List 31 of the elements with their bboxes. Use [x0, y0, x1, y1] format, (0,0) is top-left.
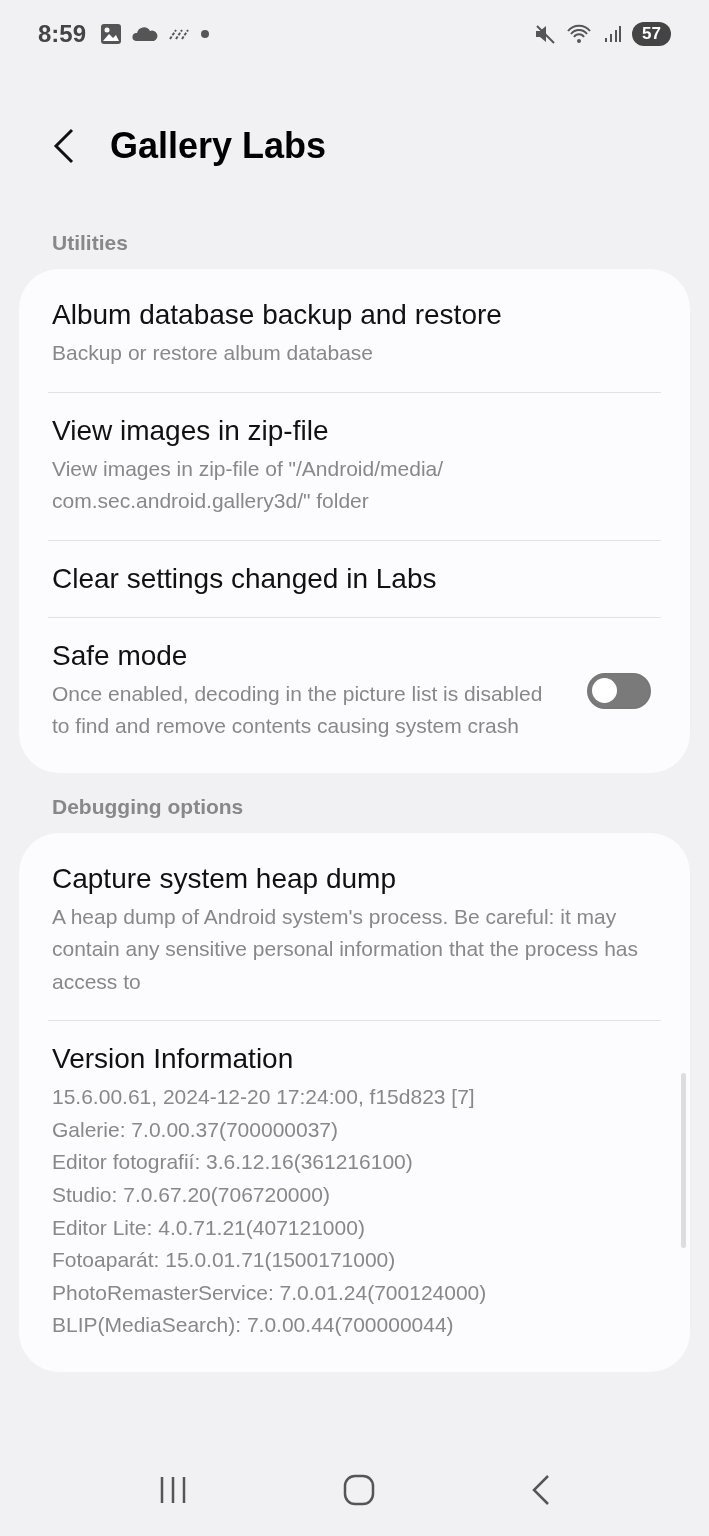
- setting-title[interactable]: Clear settings changed in Labs: [52, 562, 651, 595]
- battery-level: 57: [632, 22, 671, 46]
- setting-title[interactable]: View images in zip-file: [52, 414, 651, 447]
- version-line: BLIP(MediaSearch): 7.0.00.44(700000044): [52, 1312, 455, 1339]
- version-line: Editor Lite: 4.0.71.21(407121000): [52, 1214, 366, 1241]
- stripes-icon: [168, 27, 191, 41]
- setting-title[interactable]: Version Information: [52, 1043, 651, 1076]
- version-line: Studio: 7.0.67.20(706720000): [52, 1182, 331, 1208]
- setting-title[interactable]: Safe mode: [52, 639, 557, 672]
- version-line: 15.6.00.61, 2024-12-20 17:24:00, f15d823 [7]: [52, 1084, 476, 1111]
- version-line: Fotoaparát: 15.0.01.71(1500171000): [52, 1247, 397, 1274]
- section-header: Utilities: [51, 230, 129, 256]
- setting-description: A heap dump of Android system's process. Be careful: it may contain any sensitive personal information that the process has access to: [52, 903, 639, 995]
- section-header: Debugging options: [51, 793, 245, 820]
- version-line: Editor fotografií: 3.6.12.16(361216100): [52, 1149, 414, 1176]
- home-icon[interactable]: [342, 1474, 375, 1506]
- dot-icon: [200, 29, 211, 39]
- toggle-switch[interactable]: [587, 673, 651, 710]
- setting-description: View images in zip-file of "/Android/media/ com.sec.android.gallery3d/" folder: [52, 455, 445, 515]
- signal-icon: [604, 24, 623, 44]
- setting-description: Once enabled, decoding in the picture list is disabled to find and remove contents causing system crash: [52, 680, 544, 740]
- setting-description: Backup or restore album database: [52, 340, 375, 366]
- image-icon: [100, 23, 123, 45]
- setting-title[interactable]: Album database backup and restore: [52, 299, 651, 331]
- page-title: Gallery Labs: [110, 124, 327, 167]
- setting-title[interactable]: Capture system heap dump: [52, 862, 651, 895]
- version-line: PhotoRemasterService: 7.0.01.24(700124000): [52, 1279, 488, 1306]
- version-line: Galerie: 7.0.00.37(700000037): [52, 1116, 340, 1143]
- status-time: 8:59: [38, 20, 87, 48]
- cloud-icon: [132, 26, 159, 42]
- mute-icon: [534, 23, 557, 45]
